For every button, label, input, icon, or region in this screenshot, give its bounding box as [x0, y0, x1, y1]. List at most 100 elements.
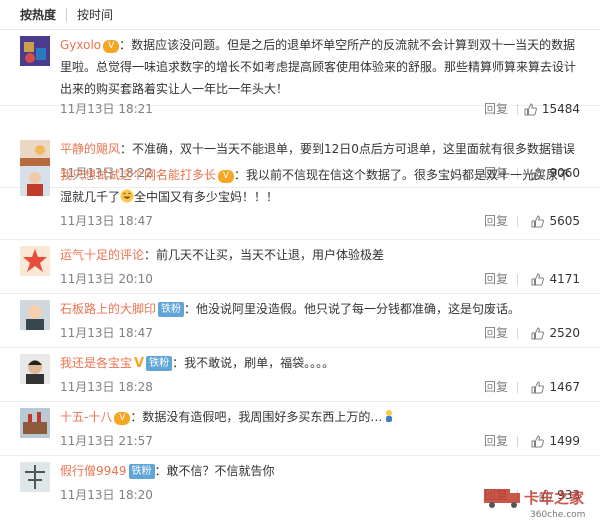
comment-username[interactable]: 假行僧9949 [60, 464, 127, 478]
comment-text: 我只想试试这个网名能打多长 V ：我以前不信现在信这个数据了。很多宝妈都是双十一光买… [60, 164, 580, 208]
avatar[interactable] [20, 354, 50, 384]
avatar[interactable] [20, 246, 50, 276]
like-button[interactable]: 1499 [531, 432, 580, 450]
comment-username[interactable]: 我还是各宝宝 [60, 356, 132, 370]
comment-time: 11月13日 18:47 [60, 326, 153, 340]
like-button[interactable]: 2520 [531, 324, 580, 342]
comment-text: 石板路上的大脚印 铁粉 ：他没说阿里没造假。他只说了每一分钱都准确，这是句废话。 [60, 298, 580, 320]
comment-username[interactable]: 平静的飓风 [60, 142, 120, 156]
thumbs-up-icon [531, 214, 545, 227]
avatar[interactable] [20, 462, 50, 492]
comment-body: ：我不敢说，刷单，福袋。。。。 [172, 356, 335, 370]
avatar[interactable] [20, 166, 50, 196]
like-button[interactable]: 1467 [531, 378, 580, 396]
comment-time: 11月13日 18:47 [60, 214, 153, 228]
tab-sort-by-hot[interactable]: 按热度 [0, 8, 66, 22]
comment-meta: 11月13日 20:10 回复 4171 [60, 270, 580, 288]
comment-username[interactable]: 运气十足的评论 [60, 248, 144, 262]
tab-sort-by-time[interactable]: 按时间 [66, 7, 123, 22]
vip-icon: V [103, 40, 120, 53]
comment-meta: 11月13日 18:47 回复 5605 [60, 212, 580, 230]
vip-icon: V [218, 170, 235, 183]
fan-badge: 铁粉 [146, 356, 173, 371]
reply-button[interactable]: 回复 [484, 486, 508, 504]
like-count: 5605 [549, 214, 580, 228]
like-count: 4171 [549, 272, 580, 286]
comment-item: 十五-十八 V ：数据没有造假吧，我周围好多买东西上万的… 11月13日 21:57… [0, 402, 600, 456]
comment-text: 我还是各宝宝 V 铁粉 ：我不敢说，刷单，福袋。。。。 [60, 352, 580, 375]
comment-username[interactable]: 我只想试试这个网名能打多长 [60, 168, 216, 182]
comment-item: 石板路上的大脚印 铁粉 ：他没说阿里没造假。他只说了每一分钱都准确，这是句废话。 1… [0, 294, 600, 348]
comment-item: 我还是各宝宝 V 铁粉 ：我不敢说，刷单，福袋。。。。 11月13日 18:28 回复… [0, 348, 600, 402]
reply-button[interactable]: 回复 [484, 432, 508, 450]
comment-meta: 11月13日 18:28 回复 1467 [60, 378, 580, 396]
comment-time: 11月13日 21:57 [60, 434, 153, 448]
comment-body: ：前几天不让买，当天不让退，用户体验极差 [144, 248, 385, 262]
fan-badge: 铁粉 [158, 302, 185, 317]
like-count: 933 [557, 488, 580, 502]
avatar[interactable] [20, 36, 50, 66]
verified-icon: V [134, 356, 145, 371]
comment-text: 假行僧9949 铁粉 ：敢不信？不信就告你 [60, 460, 580, 482]
avatar[interactable] [20, 300, 50, 330]
fan-badge: 铁粉 [128, 464, 155, 479]
reply-button[interactable]: 回复 [484, 270, 508, 288]
comment-text: 十五-十八 V ：数据没有造假吧，我周围好多买东西上万的… [60, 406, 580, 428]
like-count: 2520 [549, 326, 580, 340]
avatar[interactable] [20, 408, 50, 438]
divider [517, 490, 518, 501]
like-button[interactable]: 15484 [524, 100, 580, 118]
comment-username[interactable]: 十五-十八 [60, 410, 112, 424]
comment-item: 假行僧9949 铁粉 ：敢不信？不信就告你 11月13日 18:20 回复 933 [0, 456, 600, 512]
thumbs-up-icon [531, 272, 545, 285]
thumbs-up-icon [524, 102, 537, 115]
reply-button[interactable]: 回复 [484, 212, 508, 230]
comment-time: 11月13日 18:20 [60, 488, 153, 502]
like-count: 1499 [549, 434, 580, 448]
comment-body: ：数据应该没问题。但是之后的退单坏单空所产的反流就不会计算到双十一当天的数据里啦… [60, 38, 577, 96]
comment-body: ：他没说阿里没造假。他只说了每一分钱都准确，这是句废话。 [184, 302, 521, 316]
reply-button[interactable]: 回复 [484, 324, 508, 342]
thumbs-up-icon [531, 380, 545, 393]
comment-item: 我只想试试这个网名能打多长 V ：我以前不信现在信这个数据了。很多宝妈都是双十一光买… [0, 160, 600, 240]
divider [517, 104, 518, 115]
like-button[interactable]: 5605 [531, 212, 580, 230]
comment-meta: 11月13日 18:20 回复 933 [60, 486, 580, 504]
divider [517, 436, 518, 447]
comment-body: ：不准确，双十一当天不能退单，要到12日0点后方可退单，这里面就有很多数据错误 [120, 142, 575, 156]
comment-meta: 11月13日 18:47 回复 2520 [60, 324, 580, 342]
comment-body-continued: 全中国又有多少宝妈！！！ [134, 190, 279, 204]
comment-meta: 11月13日 21:57 回复 1499 [60, 432, 580, 450]
comment-item: 运气十足的评论：前几天不让买，当天不让退，用户体验极差 11月13日 20:10… [0, 240, 600, 294]
comment-text: Gyxolo V ：数据应该没问题。但是之后的退单坏单空所产的反流就不会计算到双十一… [60, 34, 580, 100]
thumbs-up-icon [531, 434, 545, 447]
like-count: 15484 [541, 102, 580, 116]
thumbs-up-icon [531, 326, 545, 339]
like-button[interactable]: 4171 [531, 270, 580, 288]
like-count: 1467 [549, 380, 580, 394]
comment-text: 运气十足的评论：前几天不让买，当天不让退，用户体验极差 [60, 244, 580, 266]
divider [517, 328, 518, 339]
comment-body: ：敢不信？不信就告你 [154, 464, 275, 478]
comment-username[interactable]: Gyxolo [60, 38, 101, 52]
divider [517, 216, 518, 227]
thumbs-up-icon [539, 488, 553, 501]
comment-meta: 11月13日 18:21 回复 15484 [60, 100, 580, 118]
like-button[interactable]: 933 [539, 486, 580, 504]
figure-emoji-icon [386, 410, 393, 422]
laughing-emoji-icon [120, 189, 134, 203]
comment-list: Gyxolo V ：数据应该没问题。但是之后的退单坏单空所产的反流就不会计算到双十一… [0, 30, 600, 512]
comment-time: 11月13日 18:28 [60, 380, 153, 394]
reply-button[interactable]: 回复 [484, 378, 508, 396]
divider [517, 382, 518, 393]
comment-item: Gyxolo V ：数据应该没问题。但是之后的退单坏单空所产的反流就不会计算到双十一… [0, 30, 600, 116]
comment-body: ：数据没有造假吧，我周围好多买东西上万的… [130, 410, 383, 424]
vip-icon: V [114, 412, 131, 425]
divider [517, 274, 518, 285]
comment-text: 平静的飓风：不准确，双十一当天不能退单，要到12日0点后方可退单，这里面就有很多… [60, 138, 580, 160]
comment-username[interactable]: 石板路上的大脚印 [60, 302, 156, 316]
sort-tabs: 按热度 按时间 [0, 0, 600, 30]
reply-button[interactable]: 回复 [484, 100, 508, 118]
comment-time: 11月13日 18:21 [60, 102, 153, 116]
comment-time: 11月13日 20:10 [60, 272, 153, 286]
